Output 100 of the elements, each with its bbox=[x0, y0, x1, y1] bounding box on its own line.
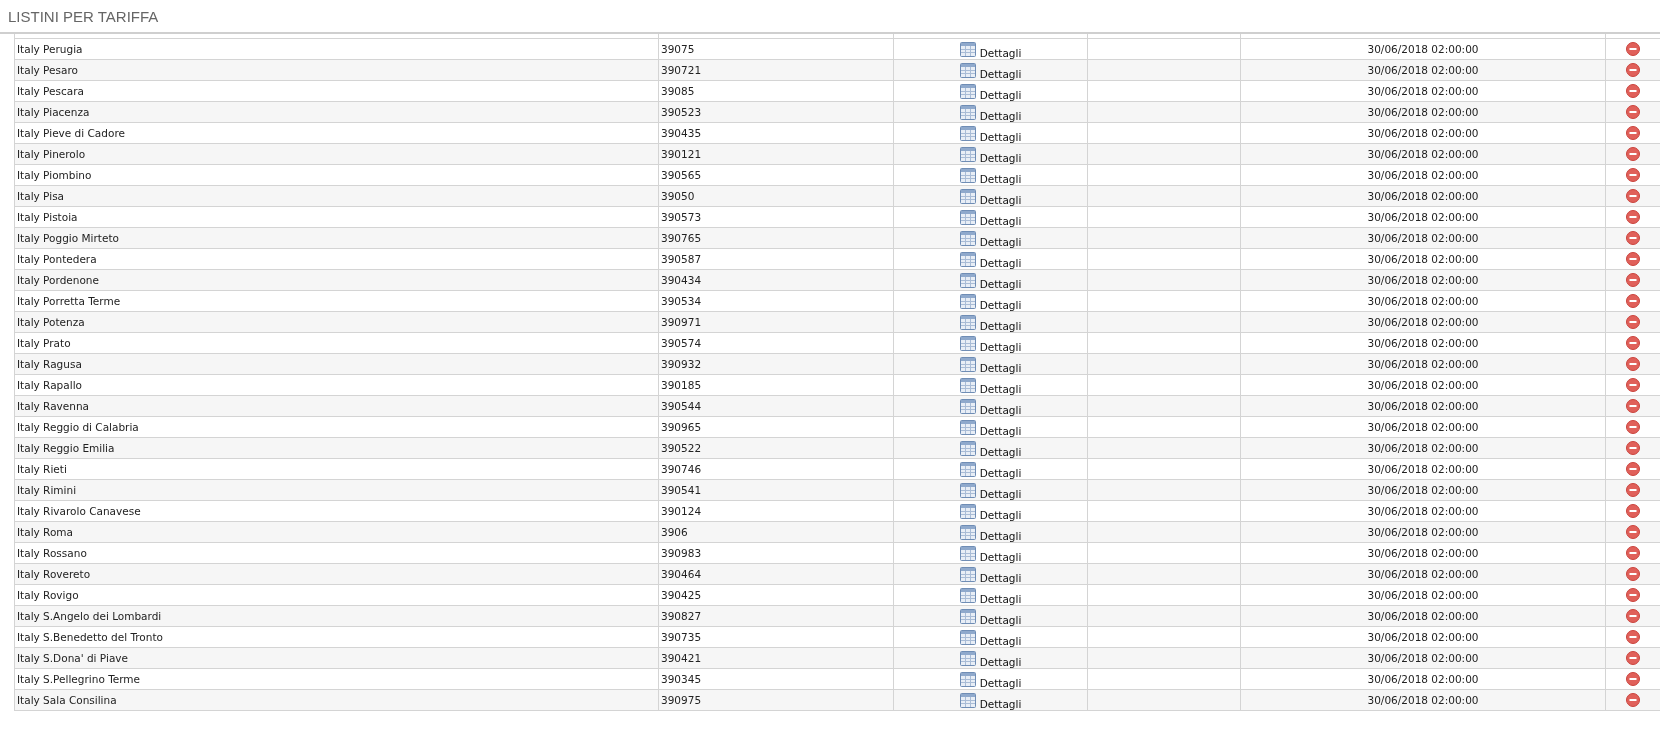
details-link[interactable]: Dettagli bbox=[979, 403, 1022, 416]
date-time: 30/06/2018 02:00:00 bbox=[1367, 589, 1479, 601]
details-link[interactable]: Dettagli bbox=[979, 46, 1022, 59]
calendar-table-icon bbox=[959, 671, 976, 687]
calendar-table-icon bbox=[959, 41, 976, 57]
calendar-table-icon bbox=[959, 125, 976, 141]
delete-icon[interactable] bbox=[1626, 63, 1640, 77]
date-time: 30/06/2018 02:00:00 bbox=[1367, 400, 1479, 412]
date-time: 30/06/2018 02:00:00 bbox=[1367, 232, 1479, 244]
delete-icon[interactable] bbox=[1626, 126, 1640, 140]
delete-icon[interactable] bbox=[1626, 189, 1640, 203]
details-link[interactable]: Dettagli bbox=[979, 655, 1022, 668]
delete-icon[interactable] bbox=[1626, 462, 1640, 476]
prefix-code: 390983 bbox=[661, 547, 702, 559]
details-link[interactable]: Dettagli bbox=[979, 256, 1022, 269]
details-link[interactable]: Dettagli bbox=[979, 424, 1022, 437]
calendar-table-icon bbox=[959, 398, 976, 414]
city-name: Italy Potenza bbox=[17, 316, 85, 328]
delete-icon[interactable] bbox=[1626, 336, 1640, 350]
city-name: Italy Rovereto bbox=[17, 568, 91, 580]
calendar-table-icon bbox=[959, 230, 976, 246]
prefix-code: 390425 bbox=[661, 589, 702, 601]
calendar-table-icon bbox=[959, 188, 976, 204]
details-link[interactable]: Dettagli bbox=[979, 109, 1022, 122]
date-time: 30/06/2018 02:00:00 bbox=[1367, 211, 1479, 223]
calendar-table-icon bbox=[959, 293, 976, 309]
calendar-table-icon bbox=[959, 272, 976, 288]
details-link[interactable]: Dettagli bbox=[979, 214, 1022, 227]
delete-icon[interactable] bbox=[1626, 525, 1640, 539]
delete-icon[interactable] bbox=[1626, 609, 1640, 623]
delete-icon[interactable] bbox=[1626, 399, 1640, 413]
details-link[interactable]: Dettagli bbox=[979, 382, 1022, 395]
delete-icon[interactable] bbox=[1626, 693, 1640, 707]
details-link[interactable]: Dettagli bbox=[979, 445, 1022, 458]
prefix-code: 390534 bbox=[661, 295, 702, 307]
city-name: Italy Rimini bbox=[17, 484, 77, 496]
details-link[interactable]: Dettagli bbox=[979, 676, 1022, 689]
prefix-code: 39075 bbox=[661, 43, 695, 55]
details-link[interactable]: Dettagli bbox=[979, 340, 1022, 353]
details-link[interactable]: Dettagli bbox=[979, 88, 1022, 101]
details-link[interactable]: Dettagli bbox=[979, 298, 1022, 311]
details-link[interactable]: Dettagli bbox=[979, 550, 1022, 563]
details-link[interactable]: Dettagli bbox=[979, 697, 1022, 710]
calendar-table-icon bbox=[959, 440, 976, 456]
details-link[interactable]: Dettagli bbox=[979, 319, 1022, 332]
details-link[interactable]: Dettagli bbox=[979, 592, 1022, 605]
date-time: 30/06/2018 02:00:00 bbox=[1367, 85, 1479, 97]
delete-icon[interactable] bbox=[1626, 672, 1640, 686]
delete-icon[interactable] bbox=[1626, 630, 1640, 644]
delete-icon[interactable] bbox=[1626, 273, 1640, 287]
delete-icon[interactable] bbox=[1626, 378, 1640, 392]
details-link[interactable]: Dettagli bbox=[979, 172, 1022, 185]
prefix-code: 390185 bbox=[661, 379, 702, 391]
delete-icon[interactable] bbox=[1626, 357, 1640, 371]
details-link[interactable]: Dettagli bbox=[979, 151, 1022, 164]
date-time: 30/06/2018 02:00:00 bbox=[1367, 421, 1479, 433]
prefix-code: 390421 bbox=[661, 652, 702, 664]
delete-icon[interactable] bbox=[1626, 588, 1640, 602]
prefix-code: 390573 bbox=[661, 211, 702, 223]
delete-icon[interactable] bbox=[1626, 420, 1640, 434]
details-link[interactable]: Dettagli bbox=[979, 487, 1022, 500]
delete-icon[interactable] bbox=[1626, 294, 1640, 308]
details-link[interactable]: Dettagli bbox=[979, 634, 1022, 647]
details-link[interactable]: Dettagli bbox=[979, 529, 1022, 542]
calendar-table-icon bbox=[959, 524, 976, 540]
details-link[interactable]: Dettagli bbox=[979, 571, 1022, 584]
delete-icon[interactable] bbox=[1626, 105, 1640, 119]
date-time: 30/06/2018 02:00:00 bbox=[1367, 253, 1479, 265]
calendar-table-icon bbox=[959, 545, 976, 561]
details-link[interactable]: Dettagli bbox=[979, 130, 1022, 143]
delete-icon[interactable] bbox=[1626, 315, 1640, 329]
delete-icon[interactable] bbox=[1626, 567, 1640, 581]
delete-icon[interactable] bbox=[1626, 252, 1640, 266]
details-link[interactable]: Dettagli bbox=[979, 466, 1022, 479]
calendar-table-icon bbox=[959, 482, 976, 498]
city-name: Italy Piombino bbox=[17, 169, 92, 181]
details-link[interactable]: Dettagli bbox=[979, 67, 1022, 80]
delete-icon[interactable] bbox=[1626, 168, 1640, 182]
city-name: Italy Pinerolo bbox=[17, 148, 86, 160]
details-link[interactable]: Dettagli bbox=[979, 361, 1022, 374]
details-link[interactable]: Dettagli bbox=[979, 193, 1022, 206]
details-link[interactable]: Dettagli bbox=[979, 613, 1022, 626]
delete-icon[interactable] bbox=[1626, 483, 1640, 497]
details-link[interactable]: Dettagli bbox=[979, 235, 1022, 248]
delete-icon[interactable] bbox=[1626, 546, 1640, 560]
delete-icon[interactable] bbox=[1626, 231, 1640, 245]
details-link[interactable]: Dettagli bbox=[979, 277, 1022, 290]
city-name: Italy Ragusa bbox=[17, 358, 82, 370]
prefix-code: 390971 bbox=[661, 316, 702, 328]
date-time: 30/06/2018 02:00:00 bbox=[1367, 106, 1479, 118]
delete-icon[interactable] bbox=[1626, 504, 1640, 518]
delete-icon[interactable] bbox=[1626, 210, 1640, 224]
delete-icon[interactable] bbox=[1626, 42, 1640, 56]
delete-icon[interactable] bbox=[1626, 651, 1640, 665]
details-link[interactable]: Dettagli bbox=[979, 508, 1022, 521]
delete-icon[interactable] bbox=[1626, 84, 1640, 98]
delete-icon[interactable] bbox=[1626, 441, 1640, 455]
city-name: Italy Prato bbox=[17, 337, 71, 349]
prefix-code: 39085 bbox=[661, 85, 695, 97]
delete-icon[interactable] bbox=[1626, 147, 1640, 161]
